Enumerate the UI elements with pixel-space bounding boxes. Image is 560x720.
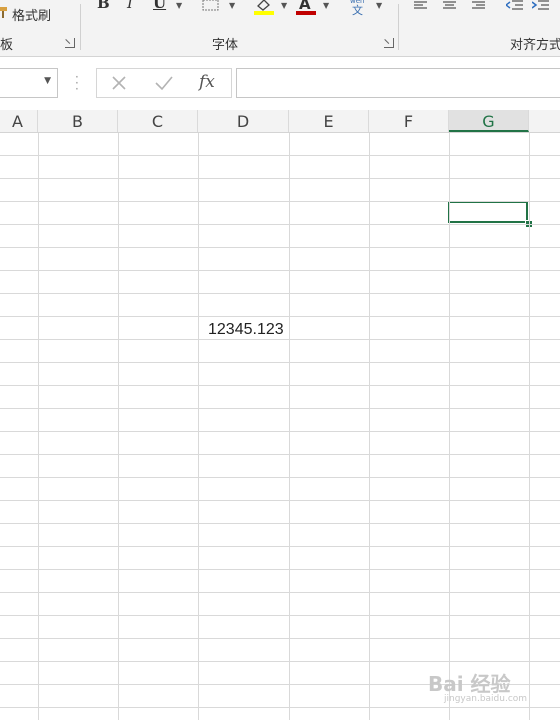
decrease-indent-icon[interactable] bbox=[506, 0, 524, 12]
bold-button[interactable]: B bbox=[97, 0, 110, 12]
alignment-group-label: 对齐方式 bbox=[510, 38, 560, 53]
column-header-f[interactable]: F bbox=[369, 110, 449, 132]
column-gridline bbox=[118, 133, 119, 720]
formula-buttons: fx bbox=[96, 68, 232, 98]
row-gridline bbox=[0, 431, 560, 432]
row-gridline bbox=[0, 293, 560, 294]
column-header-d[interactable]: D bbox=[198, 110, 289, 132]
insert-function-button[interactable]: fx bbox=[199, 72, 215, 92]
formula-input[interactable] bbox=[236, 68, 560, 98]
name-box[interactable]: ▼ bbox=[0, 68, 58, 98]
format-painter-icon bbox=[0, 7, 7, 18]
column-header-a[interactable]: A bbox=[0, 110, 38, 132]
column-gridline bbox=[529, 133, 530, 720]
underline-dropdown-icon[interactable]: ▼ bbox=[176, 1, 182, 10]
align-center-icon[interactable] bbox=[443, 1, 457, 11]
group-divider bbox=[398, 4, 399, 50]
font-group-label: 字体 bbox=[212, 38, 239, 53]
column-gridline bbox=[449, 133, 450, 720]
row-gridline bbox=[0, 201, 560, 202]
clipboard-group-label: 板 bbox=[0, 38, 14, 53]
font-color-dropdown-icon[interactable]: ▼ bbox=[323, 1, 329, 10]
underline-button[interactable]: U bbox=[153, 0, 166, 12]
row-gridline bbox=[0, 523, 560, 524]
worksheet-grid[interactable]: 12345.123 bbox=[0, 133, 560, 720]
formula-bar: ▼ · · · fx bbox=[0, 57, 560, 110]
font-color-swatch bbox=[296, 11, 316, 15]
row-gridline bbox=[0, 500, 560, 501]
font-color-button[interactable]: A bbox=[296, 0, 318, 16]
row-gridline bbox=[0, 247, 560, 248]
column-header-g[interactable]: G bbox=[449, 110, 529, 132]
column-headers: ABCDEFG bbox=[0, 110, 560, 133]
row-gridline bbox=[0, 546, 560, 547]
fill-color-dropdown-icon[interactable]: ▼ bbox=[281, 1, 287, 10]
column-gridline bbox=[289, 133, 290, 720]
column-gridline bbox=[198, 133, 199, 720]
italic-button[interactable]: I bbox=[127, 0, 133, 12]
align-left-icon[interactable] bbox=[414, 1, 428, 11]
row-gridline bbox=[0, 638, 560, 639]
row-gridline bbox=[0, 454, 560, 455]
row-gridline bbox=[0, 224, 560, 225]
cell-d-value[interactable]: 12345.123 bbox=[208, 321, 284, 339]
phonetic-dropdown-icon[interactable]: ▼ bbox=[376, 1, 382, 10]
row-gridline bbox=[0, 592, 560, 593]
name-box-dropdown-icon[interactable]: ▼ bbox=[44, 76, 51, 86]
border-dropdown-icon[interactable]: ▼ bbox=[229, 1, 235, 10]
row-gridline bbox=[0, 385, 560, 386]
align-right-icon[interactable] bbox=[472, 1, 486, 11]
active-cell-g[interactable] bbox=[448, 201, 528, 223]
row-gridline bbox=[0, 569, 560, 570]
row-gridline bbox=[0, 155, 560, 156]
column-gridline bbox=[369, 133, 370, 720]
watermark: Bai 经验 bbox=[428, 672, 511, 696]
column-header-c[interactable]: C bbox=[118, 110, 198, 132]
row-gridline bbox=[0, 408, 560, 409]
phonetic-button[interactable]: wén 文 bbox=[348, 0, 370, 17]
row-gridline bbox=[0, 178, 560, 179]
fill-color-swatch bbox=[254, 11, 274, 15]
row-gridline bbox=[0, 477, 560, 478]
ribbon: 格式刷 板 B I U ▼ ▼ ▼ A ▼ wén 文 ▼ 字体 对齐方式 bbox=[0, 0, 560, 57]
row-gridline bbox=[0, 615, 560, 616]
border-icon[interactable] bbox=[202, 0, 220, 12]
phonetic-label: 文 bbox=[352, 4, 363, 17]
column-header-e[interactable]: E bbox=[289, 110, 369, 132]
row-gridline bbox=[0, 362, 560, 363]
formula-bar-grip-icon[interactable]: · · · bbox=[75, 71, 79, 95]
font-launcher-icon[interactable] bbox=[384, 38, 394, 48]
row-gridline bbox=[0, 661, 560, 662]
enter-check-icon[interactable] bbox=[154, 74, 174, 92]
clipboard-launcher-icon[interactable] bbox=[65, 38, 75, 48]
row-gridline bbox=[0, 707, 560, 708]
fill-color-icon[interactable] bbox=[254, 0, 276, 16]
column-gridline bbox=[38, 133, 39, 720]
row-gridline bbox=[0, 316, 560, 317]
row-gridline bbox=[0, 270, 560, 271]
group-divider bbox=[80, 4, 81, 50]
increase-indent-icon[interactable] bbox=[532, 0, 550, 12]
cancel-icon[interactable] bbox=[110, 74, 128, 92]
watermark-url: jingyan.baidu.com bbox=[444, 694, 528, 704]
column-header-b[interactable]: B bbox=[38, 110, 118, 132]
format-painter-label: 格式刷 bbox=[12, 9, 52, 24]
row-gridline bbox=[0, 339, 560, 340]
